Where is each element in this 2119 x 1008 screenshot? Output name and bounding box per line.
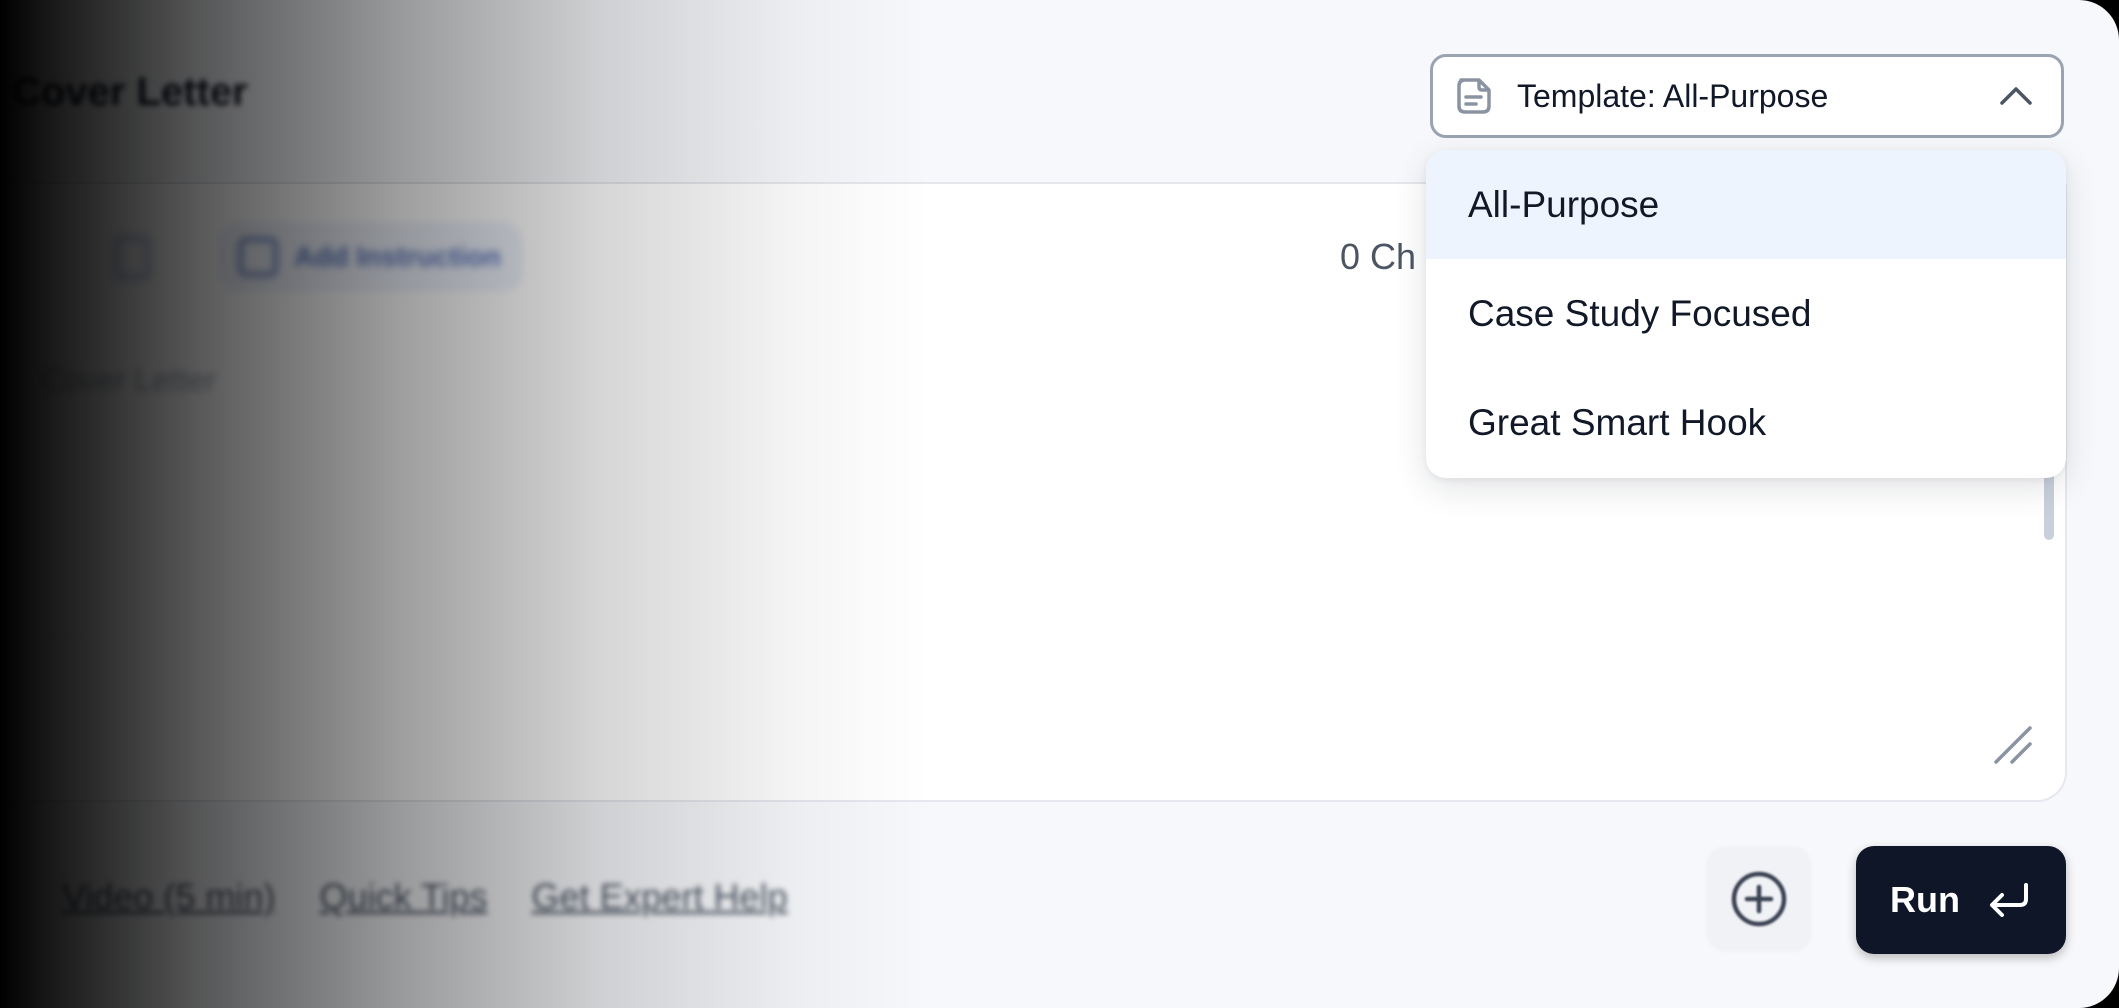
add-instruction-label: Add Instruction — [294, 241, 501, 272]
template-option-great-smart-hook[interactable]: Great Smart Hook — [1426, 368, 2066, 477]
quick-tips-link[interactable]: Quick Tips — [319, 876, 487, 918]
template-select-label: Template: All-Purpose — [1517, 77, 1829, 114]
get-expert-help-link[interactable]: Get Expert Help — [531, 876, 787, 918]
add-instruction-icon — [238, 237, 278, 277]
add-instruction-button[interactable]: Add Instruction — [218, 222, 523, 292]
editor-placeholder: Cover Letter — [40, 362, 217, 398]
footer-links: Video (5 min) Quick Tips Get Expert Help — [62, 876, 788, 918]
chevron-up-icon — [2000, 87, 2032, 105]
enter-return-icon — [1989, 883, 2028, 917]
editor-scrollbar[interactable] — [2044, 470, 2054, 540]
video-link[interactable]: Video (5 min) — [62, 876, 275, 918]
resize-handle-icon[interactable] — [1990, 722, 2034, 766]
app-window: Cover Letter Add Instruction 0 Ch Cover … — [0, 0, 2119, 1008]
run-label: Run — [1890, 879, 1960, 920]
clipboard-icon[interactable] — [114, 236, 150, 280]
document-icon — [1457, 78, 1491, 114]
template-option-case-study-focused[interactable]: Case Study Focused — [1426, 259, 2066, 368]
run-button[interactable]: Run — [1856, 846, 2066, 954]
page-title: Cover Letter — [12, 70, 248, 114]
template-dropdown-menu: All-Purpose Case Study Focused Great Sma… — [1426, 150, 2066, 478]
character-count: 0 Ch — [1340, 236, 1417, 277]
plus-circle-icon — [1731, 871, 1787, 927]
template-select[interactable]: Template: All-Purpose — [1430, 54, 2064, 138]
template-option-all-purpose[interactable]: All-Purpose — [1426, 150, 2066, 259]
add-button[interactable] — [1706, 846, 1812, 952]
